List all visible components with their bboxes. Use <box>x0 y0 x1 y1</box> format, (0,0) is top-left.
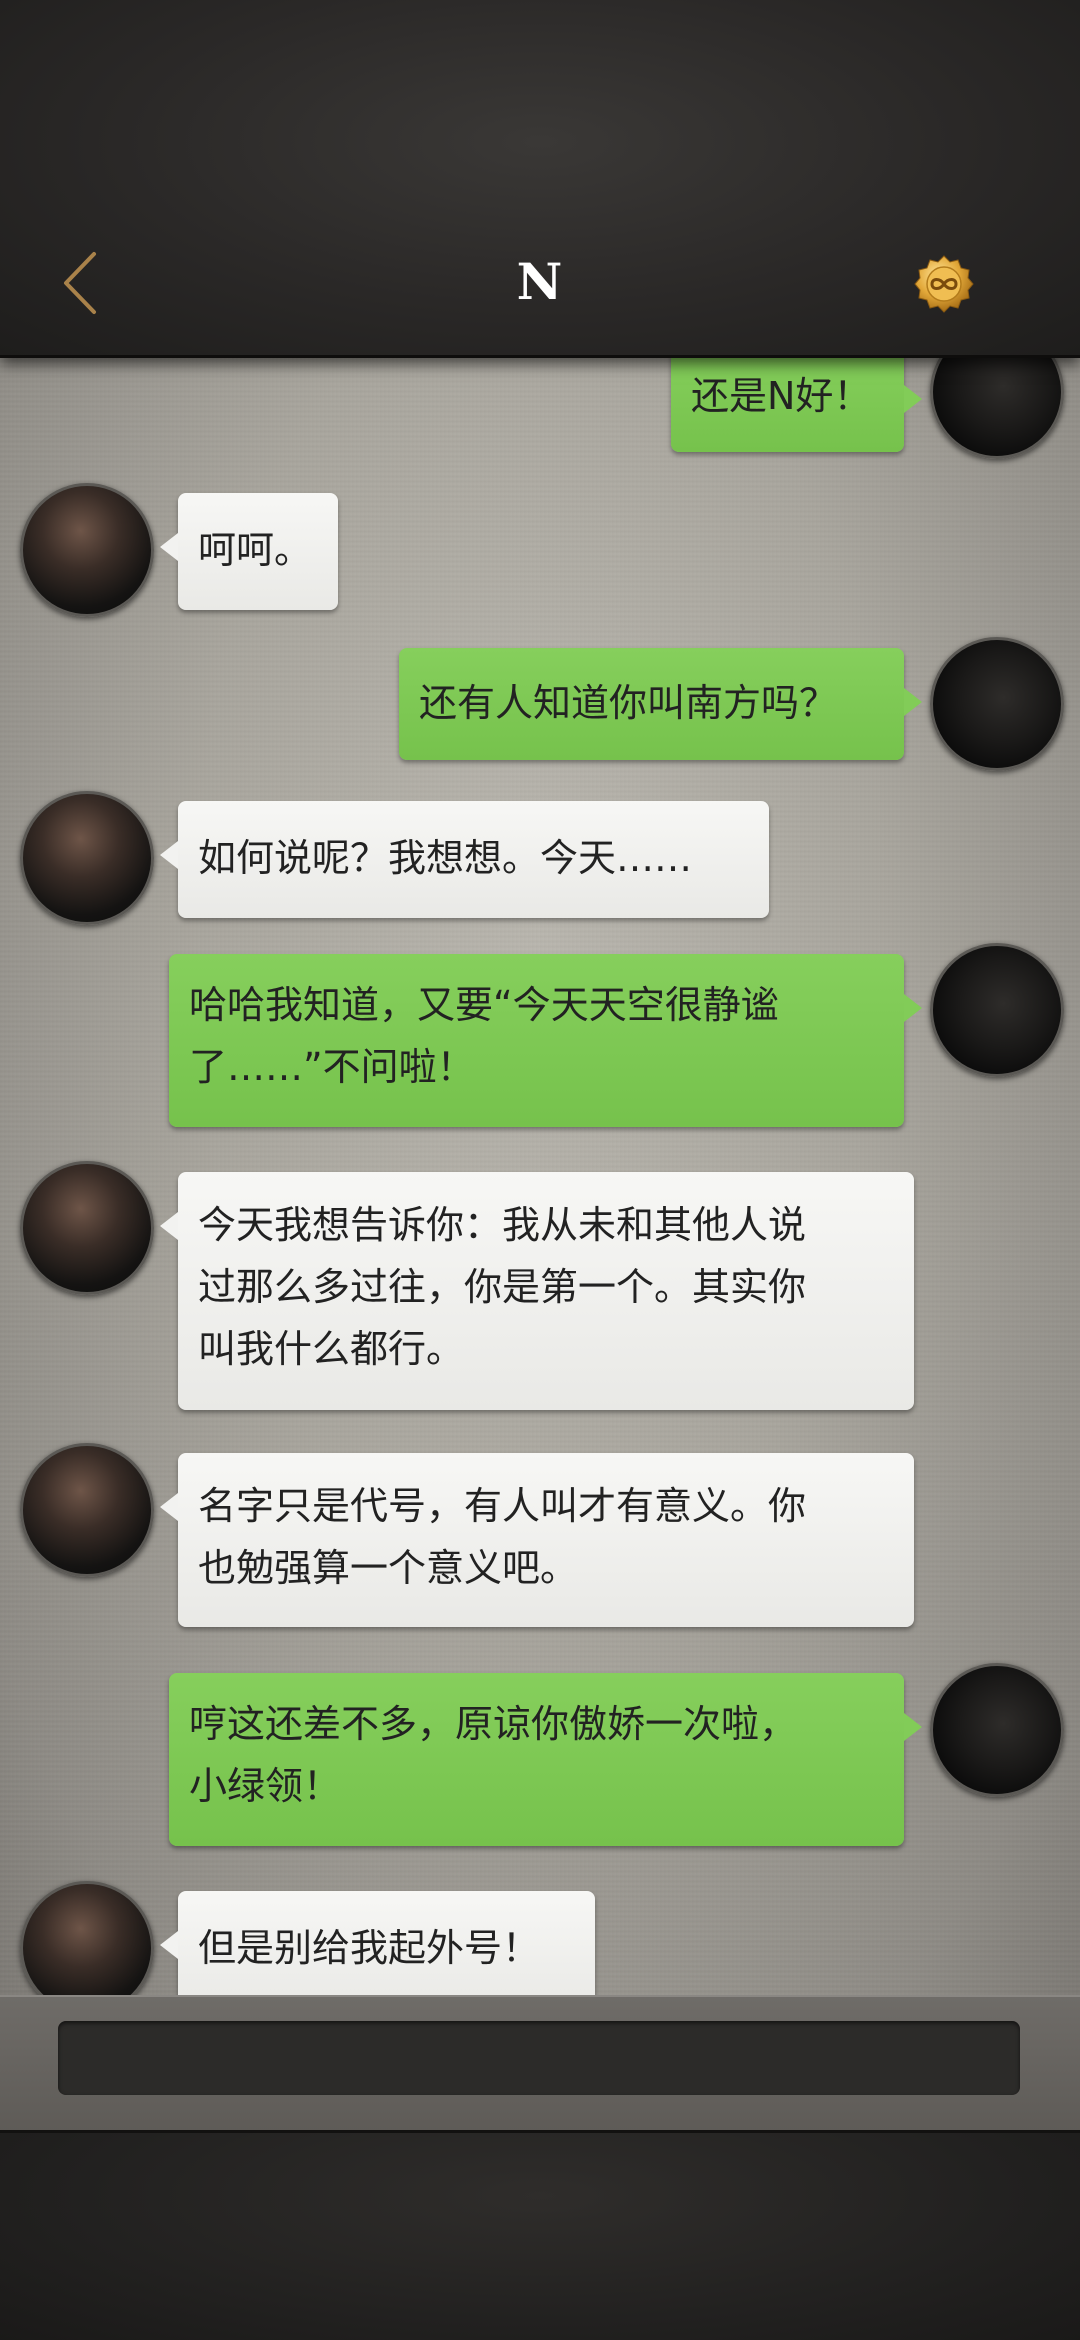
bottom-panel <box>0 2130 1080 2340</box>
message-list[interactable]: 还是N好！ 呵呵。 还有人知道你叫南方吗？ 如何说呢？我想想。今天…… 哈哈我知… <box>0 355 1080 1995</box>
header-bar: N <box>0 0 1080 358</box>
outgoing-message[interactable]: 哈哈我知道，又要“今天天空很静谧 了……”不问啦！ <box>169 954 922 1127</box>
my-avatar[interactable] <box>930 637 1064 771</box>
contact-avatar[interactable] <box>20 1443 154 1577</box>
contact-avatar[interactable] <box>20 483 154 617</box>
contact-avatar[interactable] <box>20 1161 154 1295</box>
my-avatar[interactable] <box>930 943 1064 1077</box>
contact-avatar[interactable] <box>20 1881 154 1995</box>
my-avatar[interactable] <box>930 355 1064 459</box>
my-avatar[interactable] <box>930 1663 1064 1797</box>
incoming-message[interactable]: 呵呵。 <box>160 493 338 610</box>
outgoing-message[interactable]: 哼这还差不多，原谅你傲娇一次啦， 小绿领！ <box>169 1673 922 1846</box>
incoming-message[interactable]: 如何说呢？我想想。今天…… <box>160 801 769 918</box>
coin-button[interactable] <box>914 254 974 314</box>
outgoing-message[interactable]: 还有人知道你叫南方吗？ <box>399 648 922 760</box>
composer-bar <box>0 1995 1080 2132</box>
incoming-message[interactable]: 名字只是代号，有人叫才有意义。你 也勉强算一个意义吧。 <box>160 1453 914 1627</box>
gold-infinity-coin-icon <box>914 255 974 313</box>
chat-screen: N 还是N好！ 呵呵。 还有人知道你叫南方吗？ 如何说呢？我想想。今天…… 哈哈… <box>0 0 1080 2340</box>
incoming-message[interactable]: 但是别给我起外号！ <box>160 1891 595 1995</box>
incoming-message[interactable]: 今天我想告诉你：我从未和其他人说 过那么多过往，你是第一个。其实你 叫我什么都行… <box>160 1172 914 1410</box>
outgoing-message[interactable]: 还是N好！ <box>671 355 922 452</box>
contact-avatar[interactable] <box>20 791 154 925</box>
message-input[interactable] <box>58 2021 1020 2095</box>
